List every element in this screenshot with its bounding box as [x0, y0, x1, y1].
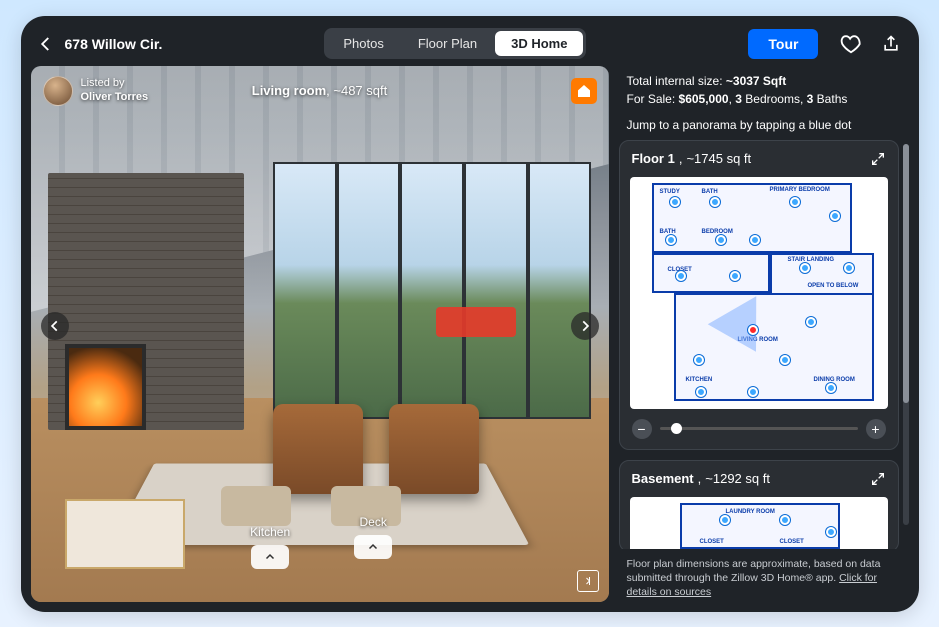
chevron-up-icon — [354, 535, 392, 559]
share-icon[interactable] — [880, 33, 902, 55]
pano-dot[interactable] — [750, 235, 760, 245]
room-label: PRIMARY BEDROOM — [770, 187, 830, 194]
tour-button[interactable]: Tour — [748, 29, 818, 59]
bath-label: Baths — [813, 92, 847, 106]
chevron-up-icon — [251, 545, 289, 569]
pano-dot[interactable] — [780, 515, 790, 525]
room-label: BATH — [660, 229, 676, 236]
pano-dot[interactable] — [696, 387, 706, 397]
pano-dot[interactable] — [670, 197, 680, 207]
view-tabs: Photos Floor Plan 3D Home — [324, 28, 586, 59]
favorite-heart-icon[interactable] — [840, 33, 862, 55]
address-title: 678 Willow Cir. — [65, 36, 163, 52]
scrollbar-track[interactable] — [903, 144, 909, 525]
floorplan-image[interactable]: LAUNDRY ROOM CLOSET CLOSET — [630, 497, 888, 549]
tab-photos[interactable]: Photos — [327, 31, 399, 56]
property-summary: Total internal size: ~3037 Sqft For Sale… — [617, 66, 909, 118]
collapse-panel-icon[interactable] — [577, 570, 599, 592]
floor-name: Basement — [632, 471, 694, 486]
zoom-in-button[interactable]: + — [866, 419, 886, 439]
bed-count: 3 — [735, 92, 742, 106]
listed-by-label: Listed by — [81, 77, 149, 90]
floorplan-image[interactable]: STUDY BATH PRIMARY BEDROOM BATH BEDROOM … — [630, 177, 888, 409]
expand-icon[interactable] — [870, 151, 886, 167]
hotspot-label: Deck — [360, 515, 387, 529]
pano-dot[interactable] — [830, 211, 840, 221]
pano-dot[interactable] — [666, 235, 676, 245]
pano-dot[interactable] — [780, 355, 790, 365]
main-content: Listed by Oliver Torres Living room, ~48… — [31, 66, 909, 602]
top-bar: 678 Willow Cir. Photos Floor Plan 3D Hom… — [31, 26, 909, 66]
room-label: STAIR LANDING — [788, 257, 835, 264]
listing-agent[interactable]: Listed by Oliver Torres — [43, 76, 149, 106]
pano-dot[interactable] — [676, 271, 686, 281]
disclaimer: Floor plan dimensions are approximate, b… — [617, 549, 909, 602]
pano-dot-current[interactable] — [748, 325, 758, 335]
pano-next-button[interactable] — [571, 312, 599, 340]
tab-3d-home[interactable]: 3D Home — [495, 31, 583, 56]
room-name: Living room — [252, 83, 326, 98]
agent-avatar — [43, 76, 73, 106]
tab-floor-plan[interactable]: Floor Plan — [402, 31, 493, 56]
total-size-label: Total internal size: — [627, 74, 726, 88]
pano-dot[interactable] — [716, 235, 726, 245]
pano-dot[interactable] — [806, 317, 816, 327]
pano-dot[interactable] — [748, 387, 758, 397]
room-label: CLOSET — [780, 539, 804, 546]
room-label: BEDROOM — [702, 229, 733, 236]
floor-name: Floor 1 — [632, 151, 675, 166]
room-label: LAUNDRY ROOM — [726, 509, 775, 516]
zillow-badge-icon[interactable] — [571, 78, 597, 104]
hotspot-deck[interactable]: Deck — [354, 515, 392, 559]
pano-dot[interactable] — [730, 271, 740, 281]
floor-area: ~1292 sq ft — [705, 471, 770, 486]
pano-dot[interactable] — [826, 527, 836, 537]
pano-dot[interactable] — [710, 197, 720, 207]
floor-list-scroll[interactable]: Floor 1, ~1745 sq ft STUDY BATH PRI — [617, 140, 909, 549]
bed-label: Bedrooms, — [742, 92, 807, 106]
zoom-thumb[interactable] — [671, 423, 682, 434]
expand-icon[interactable] — [870, 471, 886, 487]
viewer-overlay-top: Listed by Oliver Torres Living room, ~48… — [43, 76, 597, 106]
floor-card: Floor 1, ~1745 sq ft STUDY BATH PRI — [619, 140, 899, 450]
pano-dot[interactable] — [844, 263, 854, 273]
hotspot-kitchen[interactable]: Kitchen — [250, 525, 290, 569]
jump-hint-text: Jump to a panorama by tapping a blue dot — [617, 118, 909, 140]
pano-dot[interactable] — [694, 355, 704, 365]
floor-area: ~1745 sq ft — [686, 151, 751, 166]
floor-card: Basement, ~1292 sq ft LAUNDRY ROOM CLOSE… — [619, 460, 899, 549]
zoom-slider[interactable] — [660, 427, 858, 430]
price-value: $605,000 — [679, 92, 729, 106]
room-label: BATH — [702, 189, 718, 196]
floorplan-panel: Total internal size: ~3037 Sqft For Sale… — [617, 66, 909, 602]
total-size-value: ~3037 Sqft — [726, 74, 786, 88]
current-room-label: Living room, ~487 sqft — [252, 83, 387, 98]
room-label: DINING ROOM — [814, 377, 855, 384]
panorama-viewer[interactable]: Listed by Oliver Torres Living room, ~48… — [31, 66, 609, 602]
room-label: STUDY — [660, 189, 680, 196]
agent-name: Oliver Torres — [81, 91, 149, 104]
pano-dot[interactable] — [800, 263, 810, 273]
back-button[interactable] — [37, 35, 55, 53]
for-sale-label: For Sale: — [627, 92, 679, 106]
fireplace-decor — [65, 344, 146, 430]
room-label: CLOSET — [700, 539, 724, 546]
room-area: ~487 sqft — [333, 83, 387, 98]
pano-dot[interactable] — [826, 383, 836, 393]
room-label: OPEN TO BELOW — [808, 283, 859, 290]
zoom-control: − + — [620, 419, 898, 449]
pano-dot[interactable] — [720, 515, 730, 525]
pano-dot[interactable] — [790, 197, 800, 207]
hotspot-label: Kitchen — [250, 525, 290, 539]
room-label: KITCHEN — [686, 377, 713, 384]
app-window: 678 Willow Cir. Photos Floor Plan 3D Hom… — [21, 16, 919, 612]
zoom-out-button[interactable]: − — [632, 419, 652, 439]
pano-prev-button[interactable] — [41, 312, 69, 340]
scrollbar-thumb[interactable] — [903, 144, 909, 403]
